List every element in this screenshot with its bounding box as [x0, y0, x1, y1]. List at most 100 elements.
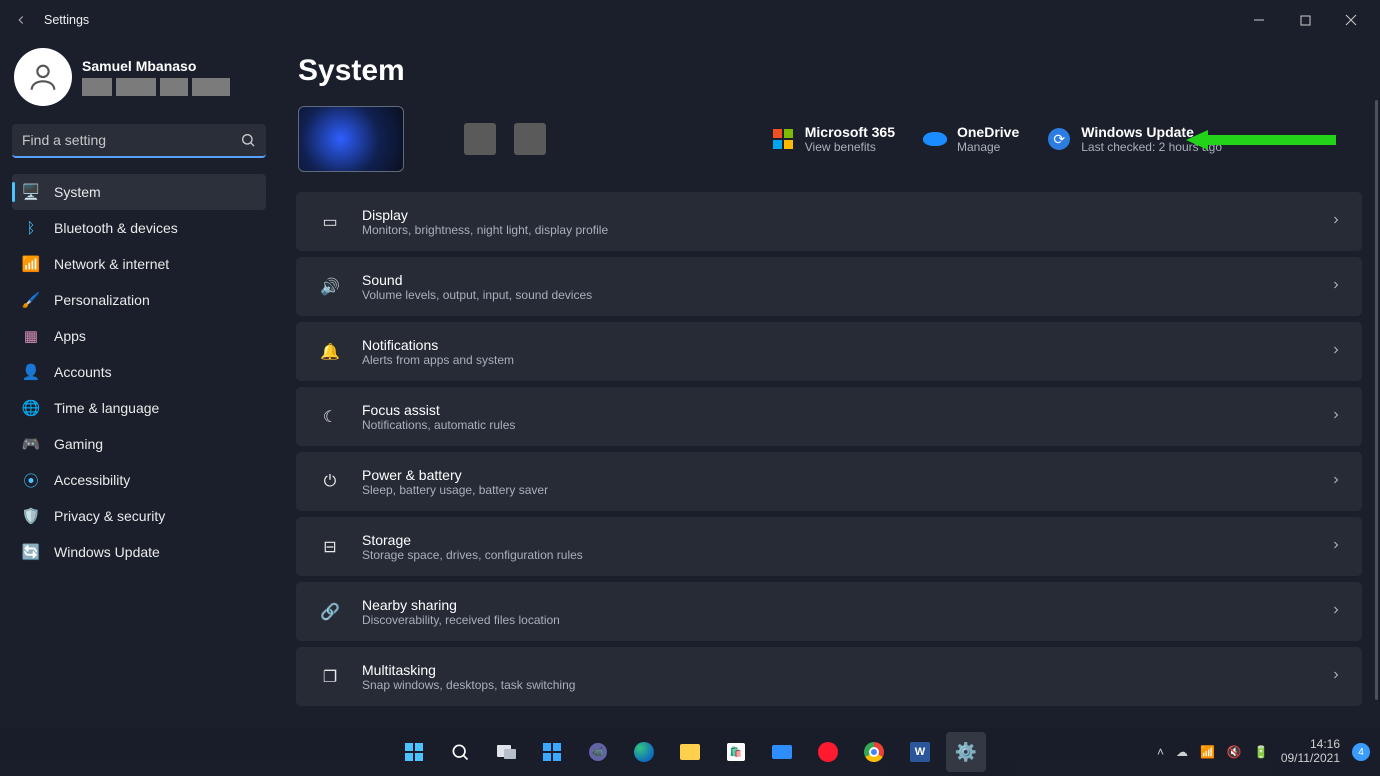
search-button[interactable] — [440, 732, 480, 772]
chrome-button[interactable] — [854, 732, 894, 772]
placeholder-box — [514, 123, 546, 155]
update-icon: ⟳ — [1047, 127, 1071, 151]
settings-row-sound[interactable]: 🔊SoundVolume levels, output, input, soun… — [296, 257, 1362, 316]
volume-tray-icon[interactable]: 🔇 — [1227, 745, 1242, 759]
placeholder-box — [464, 123, 496, 155]
taskbar-tray[interactable]: ˄ ☁ 📶 🔇 🔋 14:16 09/11/2021 4 — [1157, 738, 1370, 766]
annotation-arrow — [1186, 128, 1336, 152]
sidebar-item-accounts[interactable]: 👤Accounts — [12, 354, 266, 390]
profile-email-redacted — [82, 78, 230, 96]
accessibility-icon: ⦿ — [22, 470, 40, 491]
battery-tray-icon[interactable]: 🔋 — [1254, 745, 1269, 759]
settings-row-focus-assist[interactable]: ☾Focus assistNotifications, automatic ru… — [296, 387, 1362, 446]
clock-date: 09/11/2021 — [1281, 752, 1340, 766]
sidebar-item-personalization[interactable]: 🖌️Personalization — [12, 282, 266, 318]
sidebar-item-network-internet[interactable]: 📶 Network & internet — [12, 246, 266, 282]
edge-button[interactable] — [624, 732, 664, 772]
sidebar-item-accessibility[interactable]: ⦿ Accessibility — [12, 462, 266, 498]
row-subtitle: Snap windows, desktops, task switching — [362, 678, 575, 692]
row-subtitle: Monitors, brightness, night light, displ… — [362, 223, 608, 237]
settings-rows: ▭ DisplayMonitors, brightness, night ligh… — [296, 192, 1362, 706]
titlebar: Settings — [0, 0, 1380, 40]
search-icon — [240, 132, 256, 153]
sidebar-item-windows-update[interactable]: 🔄Windows Update — [12, 534, 266, 570]
explorer-button[interactable] — [670, 732, 710, 772]
row-title: Display — [362, 207, 608, 223]
taskbar-center: 📹 🛍️ W ⚙️ — [394, 732, 986, 772]
sidebar-item-system[interactable]: 🖥️ System — [12, 174, 266, 210]
teams-button[interactable]: 📹 — [578, 732, 618, 772]
settings-button[interactable]: ⚙️ — [946, 732, 986, 772]
sidebar-item-label: Accessibility — [54, 472, 130, 488]
tile-ms365[interactable]: Microsoft 365 View benefits — [771, 124, 895, 154]
maximize-button[interactable] — [1282, 4, 1328, 36]
row-title: Nearby sharing — [362, 597, 560, 613]
opera-button[interactable] — [808, 732, 848, 772]
onedrive-tray-icon[interactable]: ☁ — [1176, 745, 1188, 759]
avatar — [14, 48, 72, 106]
storage-icon: ⊟ — [316, 537, 344, 557]
word-button[interactable]: W — [900, 732, 940, 772]
paint-icon: 🖌️ — [22, 291, 40, 309]
main-panel: System Microsoft 365 View benefits OneDr… — [278, 40, 1380, 728]
settings-row-multitasking[interactable]: ❐MultitaskingSnap windows, desktops, tas… — [296, 647, 1362, 706]
display-icon: ▭ — [316, 212, 344, 232]
hero-row: Microsoft 365 View benefits OneDrive Man… — [296, 106, 1362, 172]
store-button[interactable]: 🛍️ — [716, 732, 756, 772]
settings-row-nearby-sharing[interactable]: 🔗Nearby sharingDiscoverability, received… — [296, 582, 1362, 641]
chevron-right-icon — [1330, 213, 1342, 231]
widgets-button[interactable] — [532, 732, 572, 772]
moon-icon: ☾ — [316, 407, 344, 427]
row-subtitle: Volume levels, output, input, sound devi… — [362, 288, 592, 302]
settings-row-display[interactable]: ▭ DisplayMonitors, brightness, night ligh… — [296, 192, 1362, 251]
row-subtitle: Storage space, drives, configuration rul… — [362, 548, 583, 562]
display-icon: 🖥️ — [22, 183, 40, 201]
sidebar-item-label: Bluetooth & devices — [54, 220, 178, 236]
row-title: Notifications — [362, 337, 514, 353]
tray-chevron-icon[interactable]: ˄ — [1157, 745, 1164, 759]
shield-icon: 🛡️ — [22, 507, 40, 525]
row-subtitle: Alerts from apps and system — [362, 353, 514, 367]
sidebar-item-label: Network & internet — [54, 256, 169, 272]
settings-row-power-battery[interactable]: ⏻Power & batterySleep, battery usage, ba… — [296, 452, 1362, 511]
sidebar-item-bluetooth-devices[interactable]: ᛒBluetooth & devices — [12, 210, 266, 246]
profile-name: Samuel Mbanaso — [82, 58, 230, 74]
sidebar-item-label: Time & language — [54, 400, 159, 416]
notifications-badge[interactable]: 4 — [1352, 743, 1370, 761]
close-button[interactable] — [1328, 4, 1374, 36]
row-title: Sound — [362, 272, 592, 288]
apps-icon: ▦ — [22, 327, 40, 345]
sidebar-item-privacy-security[interactable]: 🛡️ Privacy & security — [12, 498, 266, 534]
tile-onedrive[interactable]: OneDrive Manage — [923, 124, 1019, 154]
taskview-button[interactable] — [486, 732, 526, 772]
search-box[interactable] — [12, 124, 266, 158]
search-input[interactable] — [12, 124, 266, 158]
chevron-right-icon — [1330, 603, 1342, 621]
power-icon: ⏻ — [316, 473, 344, 491]
sidebar-item-label: System — [54, 184, 101, 200]
sidebar-item-apps[interactable]: ▦Apps — [12, 318, 266, 354]
settings-row-notifications[interactable]: 🔔NotificationsAlerts from apps and syste… — [296, 322, 1362, 381]
scrollbar[interactable] — [1375, 100, 1378, 700]
onedrive-icon — [923, 127, 947, 151]
mail-button[interactable] — [762, 732, 802, 772]
sidebar-item-time-language[interactable]: 🌐Time & language — [12, 390, 266, 426]
chevron-right-icon — [1330, 473, 1342, 491]
chevron-right-icon — [1330, 343, 1342, 361]
wifi-icon: 📶 — [22, 255, 40, 273]
multitask-icon: ❐ — [316, 667, 344, 687]
settings-row-storage[interactable]: ⊟ StorageStorage space, drives, configura… — [296, 517, 1362, 576]
person-icon: 👤 — [22, 363, 40, 381]
row-title: Storage — [362, 532, 583, 548]
minimize-button[interactable] — [1236, 4, 1282, 36]
wifi-tray-icon[interactable]: 📶 — [1200, 745, 1215, 759]
clock[interactable]: 14:16 09/11/2021 — [1281, 738, 1340, 766]
profile[interactable]: Samuel Mbanaso — [12, 48, 266, 106]
back-button[interactable] — [12, 11, 30, 29]
start-button[interactable] — [394, 732, 434, 772]
device-thumbnail[interactable] — [298, 106, 404, 172]
row-title: Focus assist — [362, 402, 515, 418]
sidebar-item-label: Privacy & security — [54, 508, 165, 524]
sidebar-item-gaming[interactable]: 🎮Gaming — [12, 426, 266, 462]
row-subtitle: Discoverability, received files location — [362, 613, 560, 627]
